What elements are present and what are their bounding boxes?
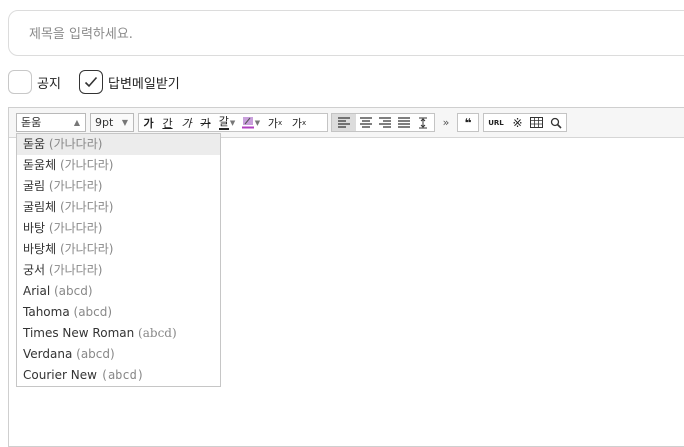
caret-up-icon: ▲ [73, 118, 80, 127]
alignment-group [331, 113, 435, 132]
align-justify-button[interactable] [394, 114, 413, 131]
font-option-dotumche[interactable]: 돋움체 (가나다라) [17, 155, 220, 176]
quote-icon: ❝ [464, 115, 472, 130]
table-icon [530, 117, 543, 128]
align-center-button[interactable] [356, 114, 375, 131]
superscript-icon: 가 [267, 116, 278, 130]
notice-checkbox[interactable] [8, 70, 32, 94]
title-field-box [8, 10, 684, 56]
more-tools-button[interactable]: » [439, 114, 453, 131]
font-family-menu: 돋움 (가나다라) 돋움체 (가나다라) 굴림 (가나다라) 굴림체 (가나다라… [16, 133, 221, 387]
align-left-icon [338, 117, 350, 128]
strikethrough-icon: 가 [200, 116, 211, 130]
font-size-select[interactable]: 9pt ▼ [90, 113, 134, 132]
text-style-group: 가 간 가 가 갈 ▼ ▼ 가 x 가 x [138, 113, 328, 132]
font-option-verdana[interactable]: Verdana (abcd) [17, 344, 220, 365]
link-button[interactable]: URL [484, 114, 508, 131]
subscript-icon: 가 [291, 116, 302, 130]
font-option-dotum[interactable]: 돋움 (가나다라) [17, 134, 220, 155]
reply-mail-checkbox[interactable] [79, 70, 103, 94]
font-option-tahoma[interactable]: Tahoma (abcd) [17, 302, 220, 323]
align-right-icon [378, 117, 391, 128]
asterisk-icon: ※ [512, 115, 523, 130]
title-input[interactable] [29, 25, 629, 43]
font-color-icon: 갈 [218, 114, 229, 130]
line-height-button[interactable] [413, 114, 432, 131]
font-option-gulim[interactable]: 굴림 (가나다라) [17, 176, 220, 197]
table-button[interactable] [527, 114, 546, 131]
superscript-button[interactable]: 가x [263, 114, 287, 131]
align-center-icon [359, 117, 372, 128]
font-family-select[interactable]: 돋움 ▲ [16, 113, 86, 132]
url-icon: URL [488, 118, 504, 127]
italic-icon: 가 [181, 116, 192, 130]
double-chevron-right-icon: » [442, 116, 450, 129]
font-option-batangche[interactable]: 바탕체 (가나다라) [17, 239, 220, 260]
font-option-courier-new[interactable]: Courier New (abcd) [17, 365, 220, 386]
font-color-button[interactable]: 갈 ▼ [215, 114, 239, 131]
bold-icon: 가 [143, 116, 154, 130]
chevron-down-icon: ▼ [229, 118, 236, 127]
bold-button[interactable]: 가 [139, 114, 158, 131]
find-button[interactable] [546, 114, 565, 131]
font-option-arial[interactable]: Arial (abcd) [17, 281, 220, 302]
reply-mail-option[interactable]: 답변메일받기 [79, 69, 180, 95]
italic-button[interactable]: 가 [177, 114, 196, 131]
insert-group: URL ※ [483, 113, 567, 132]
font-option-times-new-roman[interactable]: Times New Roman (abcd) [17, 323, 220, 344]
font-family-value: 돋움 [21, 116, 42, 129]
line-height-icon [418, 117, 427, 128]
font-option-gulimche[interactable]: 굴림체 (가나다라) [17, 197, 220, 218]
background-color-button[interactable]: ▼ [239, 114, 263, 131]
check-icon [84, 76, 98, 88]
font-size-value: 9pt [95, 116, 114, 129]
font-option-batang[interactable]: 바탕 (가나다라) [17, 218, 220, 239]
chevron-down-icon: ▼ [121, 118, 128, 127]
underline-icon: 간 [162, 116, 173, 130]
notice-option[interactable]: 공지 [8, 69, 61, 95]
align-right-button[interactable] [375, 114, 394, 131]
special-char-button[interactable]: ※ [508, 114, 527, 131]
search-icon [550, 117, 562, 129]
align-left-button[interactable] [332, 114, 356, 131]
quote-group: ❝ [457, 113, 479, 132]
underline-button[interactable]: 간 [158, 114, 177, 131]
strikethrough-button[interactable]: 가 [196, 114, 215, 131]
quote-button[interactable]: ❝ [458, 114, 478, 131]
notice-label: 공지 [37, 76, 61, 92]
align-justify-icon [397, 117, 410, 128]
subscript-button[interactable]: 가x [287, 114, 311, 131]
reply-mail-label: 답변메일받기 [108, 76, 180, 92]
highlighter-icon [241, 117, 254, 129]
font-option-gungsuh[interactable]: 궁서 (가나다라) [17, 260, 220, 281]
chevron-down-icon: ▼ [254, 118, 261, 127]
